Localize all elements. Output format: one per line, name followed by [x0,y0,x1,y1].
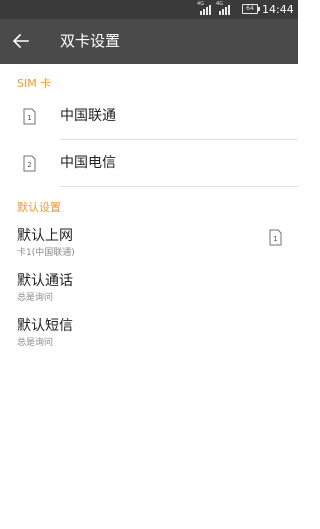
sim-item-label: 中国联通 [60,108,116,124]
sim-badge-number: 1 [27,114,31,122]
app-bar: 双卡设置 [0,19,298,64]
page-title: 双卡设置 [60,32,121,50]
signal-strength-icon-2 [219,4,230,15]
sim-badge-number: 1 [273,235,277,243]
sim-card-icon: 2 [23,155,36,172]
setting-title: 默认通话 [17,273,73,289]
section-header-sim: SIM 卡 [17,77,52,90]
clock: 14:44 [262,3,294,16]
default-call-item[interactable]: 默认通话 总是询问 [0,270,298,314]
setting-subtitle: 总是询问 [17,293,54,303]
setting-title: 默认上网 [17,228,73,244]
sim-badge-number: 2 [27,161,31,169]
sim-item-2[interactable]: 2 中国电信 [0,140,298,186]
back-button[interactable] [6,26,36,56]
sim-item-label: 中国电信 [60,155,116,171]
sim-item-1[interactable]: 1 中国联通 [0,93,298,139]
signal-strength-icon [200,4,211,15]
status-bar: 4G 4G 64 14:44 [0,0,298,19]
setting-title: 默认短信 [17,318,73,334]
default-data-item[interactable]: 默认上网 卡1(中国联通) 1 [0,225,298,269]
section-header-default: 默认设置 [17,201,61,214]
setting-subtitle: 总是询问 [17,338,54,348]
divider [60,186,298,187]
arrow-left-icon [13,34,29,48]
setting-subtitle: 卡1(中国联通) [17,248,75,258]
sim-card-icon: 1 [23,108,36,125]
battery-icon: 64 [242,4,260,14]
default-sms-item[interactable]: 默认短信 总是询问 [0,315,298,359]
sim-card-icon: 1 [269,229,282,246]
